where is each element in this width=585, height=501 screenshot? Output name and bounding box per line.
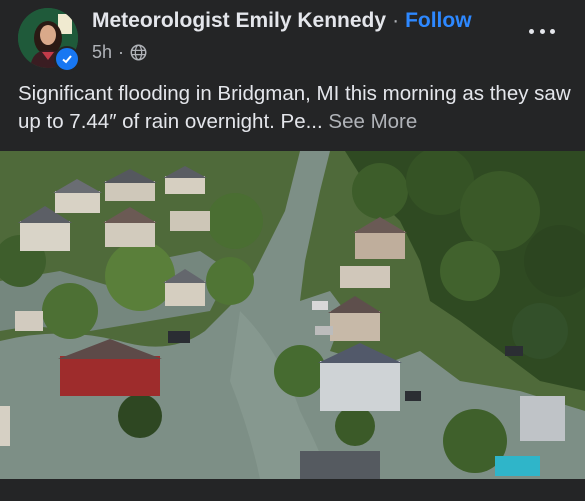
caption-text: Significant flooding in Bridgman, MI thi… — [18, 82, 571, 133]
post-footer — [0, 479, 585, 501]
post-header: Meteorologist Emily Kennedy · Follow 5h · — [0, 0, 585, 74]
post-timestamp[interactable]: 5h — [92, 42, 112, 63]
meta-separator: · — [118, 42, 125, 62]
more-options-icon[interactable] — [529, 24, 555, 38]
author-name[interactable]: Meteorologist Emily Kennedy — [92, 9, 386, 32]
post-caption: Significant flooding in Bridgman, MI thi… — [18, 80, 578, 136]
post-meta: 5h · — [92, 42, 147, 63]
name-separator: · — [392, 9, 400, 32]
see-more-link[interactable]: See More — [328, 110, 417, 133]
verified-badge-icon — [54, 46, 80, 72]
author-row: Meteorologist Emily Kennedy · Follow — [92, 9, 472, 33]
aerial-flood-image — [0, 151, 585, 479]
globe-icon[interactable] — [130, 44, 147, 61]
post-photo[interactable] — [0, 151, 585, 479]
follow-button[interactable]: Follow — [405, 9, 472, 32]
